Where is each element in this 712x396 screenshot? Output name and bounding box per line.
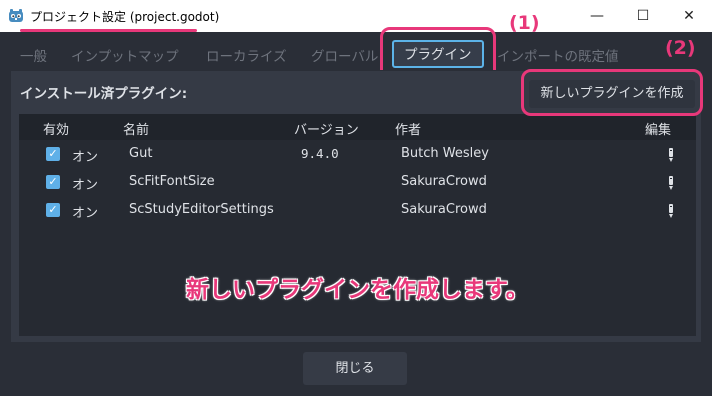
settings-tabs: 一般 インプットマップ ローカライズ グローバル プラグイン インポートの既定値 bbox=[10, 40, 702, 70]
status-label: オン bbox=[72, 206, 99, 221]
plugin-name: ScFitFontSize bbox=[129, 174, 215, 189]
close-button[interactable]: 閉じる bbox=[303, 352, 407, 385]
status-label: オン bbox=[72, 178, 99, 193]
annotation-text: 新しいプラグインを作成します。 bbox=[186, 277, 529, 303]
plugin-name: Gut bbox=[129, 146, 153, 161]
close-window-button[interactable]: ✕ bbox=[666, 0, 712, 32]
enabled-checkbox[interactable]: ✓ bbox=[46, 203, 60, 217]
header-author: 作者 bbox=[395, 123, 422, 138]
status-label: オン bbox=[72, 150, 99, 165]
tab-localization[interactable]: ローカライズ bbox=[206, 45, 287, 65]
enabled-checkbox[interactable]: ✓ bbox=[46, 147, 60, 161]
header-enabled: 有効 bbox=[43, 123, 70, 138]
header-name: 名前 bbox=[123, 123, 150, 138]
maximize-button[interactable]: ☐ bbox=[620, 0, 666, 32]
edit-pencil-icon[interactable] bbox=[667, 147, 675, 163]
tab-general[interactable]: 一般 bbox=[20, 45, 47, 65]
window-title: プロジェクト設定 (project.godot) bbox=[30, 10, 220, 24]
tab-import-defaults[interactable]: インポートの既定値 bbox=[497, 45, 619, 65]
callout-2: (2) bbox=[665, 37, 696, 59]
table-row: ✓ オン Gut 9.4.0 Butch Wesley bbox=[19, 141, 696, 169]
minimize-button[interactable]: — bbox=[574, 0, 620, 32]
tab-input-map[interactable]: インプットマップ bbox=[71, 45, 179, 65]
plugin-author: Butch Wesley bbox=[401, 146, 489, 161]
godot-logo-icon bbox=[9, 9, 23, 22]
plugin-author: SakuraCrowd bbox=[401, 174, 487, 189]
header-edit: 編集 bbox=[645, 123, 672, 138]
enabled-checkbox[interactable]: ✓ bbox=[46, 175, 60, 189]
table-header: 有効 名前 バージョン 作者 編集 bbox=[19, 114, 696, 140]
plugin-version: 9.4.0 bbox=[301, 146, 339, 161]
title-bar: プロジェクト設定 (project.godot) — ☐ ✕ bbox=[0, 0, 712, 32]
create-button-highlight bbox=[521, 69, 703, 116]
title-highlight-underline bbox=[20, 29, 197, 32]
callout-1: (1) bbox=[509, 12, 540, 34]
plugin-name: ScStudyEditorSettings bbox=[129, 202, 274, 217]
tab-globals[interactable]: グローバル bbox=[311, 45, 378, 65]
plugin-author: SakuraCrowd bbox=[401, 202, 487, 217]
table-row: ✓ オン ScFitFontSize SakuraCrowd bbox=[19, 169, 696, 197]
installed-plugins-heading: インストール済プラグイン: bbox=[20, 86, 188, 102]
edit-pencil-icon[interactable] bbox=[667, 175, 675, 191]
table-row: ✓ オン ScStudyEditorSettings SakuraCrowd bbox=[19, 197, 696, 225]
edit-pencil-icon[interactable] bbox=[667, 203, 675, 219]
header-version: バージョン bbox=[294, 123, 359, 138]
